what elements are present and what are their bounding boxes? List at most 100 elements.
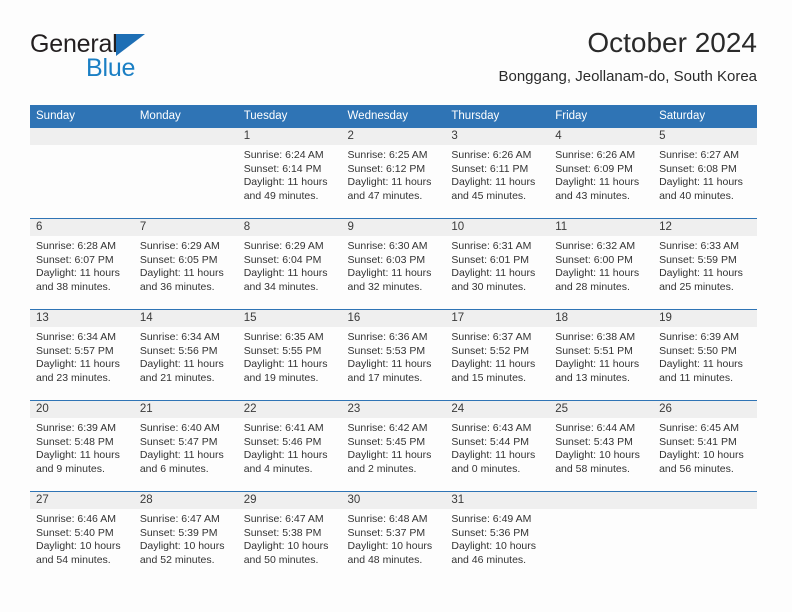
sunset-text: Sunset: 5:44 PM <box>451 435 530 448</box>
day-sun-info: Sunrise: 6:39 AM Sunset: 5:48 PM Daylight:… <box>30 418 134 476</box>
daylight-text-line1: Daylight: 10 hours <box>451 540 537 553</box>
calendar-day-cell[interactable]: 23 Sunrise: 6:42 AM Sunset: 5:45 PM Dayligh… <box>341 400 446 492</box>
calendar-day-cell[interactable]: 27 Sunrise: 6:46 AM Sunset: 5:40 PM Dayligh… <box>30 491 134 582</box>
daylight-text-line2: and 46 minutes. <box>451 553 527 566</box>
day-sun-info: Sunrise: 6:47 AM Sunset: 5:39 PM Daylight:… <box>134 509 238 567</box>
daylight-text-line2: and 52 minutes. <box>139 553 215 566</box>
daylight-text-line2: and 45 minutes. <box>451 189 527 202</box>
sunrise-text: Sunrise: 6:27 AM <box>659 149 740 161</box>
daylight-text-line2: and 23 minutes. <box>36 371 111 384</box>
daylight-text-line2: and 54 minutes. <box>36 553 111 566</box>
day-number: 14 <box>133 310 238 327</box>
daylight-text-line1: Daylight: 11 hours <box>36 449 120 462</box>
day-sun-info: Sunrise: 6:25 AM Sunset: 6:12 PM Daylight:… <box>342 145 446 203</box>
sunrise-text: Sunrise: 6:31 AM <box>451 240 532 252</box>
sunrise-text: Sunrise: 6:34 AM <box>36 331 116 343</box>
calendar-day-cell[interactable]: 6 Sunrise: 6:28 AM Sunset: 6:07 PM Daylight… <box>30 218 134 310</box>
calendar-day-cell[interactable]: 20 Sunrise: 6:39 AM Sunset: 5:48 PM Dayligh… <box>30 400 134 492</box>
sunrise-text: Sunrise: 6:40 AM <box>139 422 220 434</box>
calendar-day-cell[interactable]: 9 Sunrise: 6:30 AM Sunset: 6:03 PM Daylight… <box>341 218 446 310</box>
sunrise-text: Sunrise: 6:42 AM <box>347 422 428 434</box>
calendar-day-cell[interactable]: 19 Sunrise: 6:39 AM Sunset: 5:50 PM Dayligh… <box>653 309 757 401</box>
daylight-text-line1: Daylight: 11 hours <box>139 358 224 371</box>
calendar-page: General Blue October 2024 Bonggang, Jeol… <box>0 0 792 612</box>
sunrise-text: Sunrise: 6:29 AM <box>139 240 220 252</box>
day-sun-info: Sunrise: 6:32 AM Sunset: 6:00 PM Daylight:… <box>549 236 653 294</box>
day-number: 9 <box>341 219 446 236</box>
day-number: 18 <box>549 310 654 327</box>
day-sun-info: Sunrise: 6:45 AM Sunset: 5:41 PM Daylight:… <box>653 418 757 476</box>
day-number: 3 <box>445 128 550 145</box>
sunset-text: Sunset: 5:46 PM <box>243 435 322 448</box>
calendar-day-cell[interactable]: 29 Sunrise: 6:47 AM Sunset: 5:38 PM Dayligh… <box>237 491 342 582</box>
sunset-text: Sunset: 5:52 PM <box>451 344 530 357</box>
day-number: 10 <box>445 219 550 236</box>
sunset-text: Sunset: 5:41 PM <box>659 435 737 448</box>
calendar-day-cell[interactable]: 30 Sunrise: 6:48 AM Sunset: 5:37 PM Dayligh… <box>341 491 446 582</box>
calendar-day-cell[interactable]: 14 Sunrise: 6:34 AM Sunset: 5:56 PM Dayligh… <box>133 309 238 401</box>
calendar-day-cell[interactable]: 25 Sunrise: 6:44 AM Sunset: 5:43 PM Dayligh… <box>549 400 654 492</box>
day-sun-info: Sunrise: 6:37 AM Sunset: 5:52 PM Daylight:… <box>445 327 549 385</box>
generalblue-logo[interactable]: General Blue <box>30 30 250 88</box>
calendar-day-cell[interactable]: 18 Sunrise: 6:38 AM Sunset: 5:51 PM Dayligh… <box>549 309 654 401</box>
daylight-text-line1: Daylight: 11 hours <box>555 358 640 371</box>
day-number: 12 <box>653 219 757 236</box>
calendar-day-cell[interactable]: 3 Sunrise: 6:26 AM Sunset: 6:11 PM Daylight… <box>445 128 550 219</box>
calendar-day-cell[interactable]: 4 Sunrise: 6:26 AM Sunset: 6:09 PM Daylight… <box>549 128 654 219</box>
day-sun-info: Sunrise: 6:43 AM Sunset: 5:44 PM Daylight:… <box>445 418 549 476</box>
calendar-day-cell[interactable]: 2 Sunrise: 6:25 AM Sunset: 6:12 PM Daylight… <box>341 128 446 219</box>
calendar-day-cell[interactable]: 22 Sunrise: 6:41 AM Sunset: 5:46 PM Dayligh… <box>237 400 342 492</box>
calendar-day-cell[interactable]: 26 Sunrise: 6:45 AM Sunset: 5:41 PM Dayligh… <box>653 400 757 492</box>
calendar-day-cell[interactable]: 31 Sunrise: 6:49 AM Sunset: 5:36 PM Dayligh… <box>445 491 550 582</box>
calendar-day-cell[interactable]: 13 Sunrise: 6:34 AM Sunset: 5:57 PM Dayligh… <box>30 309 134 401</box>
page-subtitle: Bonggang, Jeollanam-do, South Korea <box>498 68 757 85</box>
page-title: October 2024 <box>587 27 757 58</box>
day-sun-info: Sunrise: 6:42 AM Sunset: 5:45 PM Daylight:… <box>342 418 446 476</box>
calendar-day-cell[interactable]: 12 Sunrise: 6:33 AM Sunset: 5:59 PM Dayligh… <box>653 218 757 310</box>
day-sun-info: Sunrise: 6:35 AM Sunset: 5:55 PM Daylight:… <box>238 327 342 385</box>
day-number <box>30 128 134 145</box>
sunset-text: Sunset: 6:11 PM <box>451 162 529 175</box>
sunset-text: Sunset: 5:38 PM <box>243 526 322 539</box>
sunrise-text: Sunrise: 6:39 AM <box>659 331 740 343</box>
daylight-text-line2: and 38 minutes. <box>36 280 111 293</box>
day-number: 30 <box>341 492 446 509</box>
daylight-text-line2: and 0 minutes. <box>451 462 521 475</box>
calendar-day-cell[interactable]: 21 Sunrise: 6:40 AM Sunset: 5:47 PM Dayligh… <box>133 400 238 492</box>
calendar-week-row: 1 Sunrise: 6:24 AM Sunset: 6:14 PM Daylight… <box>30 128 757 219</box>
day-number <box>133 128 238 145</box>
daylight-text-line2: and 30 minutes. <box>451 280 527 293</box>
daylight-text-line2: and 13 minutes. <box>555 371 630 384</box>
daylight-text-line2: and 2 minutes. <box>347 462 417 475</box>
daylight-text-line1: Daylight: 10 hours <box>555 449 640 462</box>
sunset-text: Sunset: 5:50 PM <box>659 344 737 357</box>
day-sun-info: Sunrise: 6:38 AM Sunset: 5:51 PM Daylight:… <box>549 327 653 385</box>
calendar-day-cell-empty <box>653 491 757 582</box>
sunrise-text: Sunrise: 6:45 AM <box>659 422 740 434</box>
daylight-text-line1: Daylight: 11 hours <box>139 267 224 280</box>
calendar-day-cell[interactable]: 28 Sunrise: 6:47 AM Sunset: 5:39 PM Dayligh… <box>133 491 238 582</box>
calendar-day-cell[interactable]: 1 Sunrise: 6:24 AM Sunset: 6:14 PM Daylight… <box>237 128 342 219</box>
sunset-text: Sunset: 5:43 PM <box>555 435 633 448</box>
calendar-day-cell[interactable]: 11 Sunrise: 6:32 AM Sunset: 6:00 PM Dayligh… <box>549 218 654 310</box>
calendar-day-cell[interactable]: 5 Sunrise: 6:27 AM Sunset: 6:08 PM Daylight… <box>653 128 757 219</box>
calendar-day-cell[interactable]: 8 Sunrise: 6:29 AM Sunset: 6:04 PM Daylight… <box>237 218 342 310</box>
sunrise-text: Sunrise: 6:44 AM <box>555 422 636 434</box>
day-number: 2 <box>341 128 446 145</box>
daylight-text-line1: Daylight: 11 hours <box>659 176 743 189</box>
calendar-day-cell[interactable]: 15 Sunrise: 6:35 AM Sunset: 5:55 PM Dayligh… <box>237 309 342 401</box>
calendar-day-cell[interactable]: 17 Sunrise: 6:37 AM Sunset: 5:52 PM Dayligh… <box>445 309 550 401</box>
calendar-day-cell[interactable]: 7 Sunrise: 6:29 AM Sunset: 6:05 PM Daylight… <box>133 218 238 310</box>
day-sun-info: Sunrise: 6:48 AM Sunset: 5:37 PM Daylight:… <box>342 509 446 567</box>
day-number: 1 <box>237 128 342 145</box>
blue-triangle-icon <box>116 34 145 56</box>
daylight-text-line1: Daylight: 11 hours <box>139 449 224 462</box>
daylight-text-line1: Daylight: 11 hours <box>347 267 432 280</box>
daylight-text-line1: Daylight: 10 hours <box>243 540 329 553</box>
sunset-text: Sunset: 5:36 PM <box>451 526 530 539</box>
page-header: General Blue October 2024 Bonggang, Jeol… <box>30 26 757 98</box>
calendar-day-cell[interactable]: 24 Sunrise: 6:43 AM Sunset: 5:44 PM Dayligh… <box>445 400 550 492</box>
calendar-day-cell[interactable]: 16 Sunrise: 6:36 AM Sunset: 5:53 PM Dayligh… <box>341 309 446 401</box>
daylight-text-line1: Daylight: 10 hours <box>36 540 121 553</box>
calendar-day-cell[interactable]: 10 Sunrise: 6:31 AM Sunset: 6:01 PM Dayligh… <box>445 218 550 310</box>
